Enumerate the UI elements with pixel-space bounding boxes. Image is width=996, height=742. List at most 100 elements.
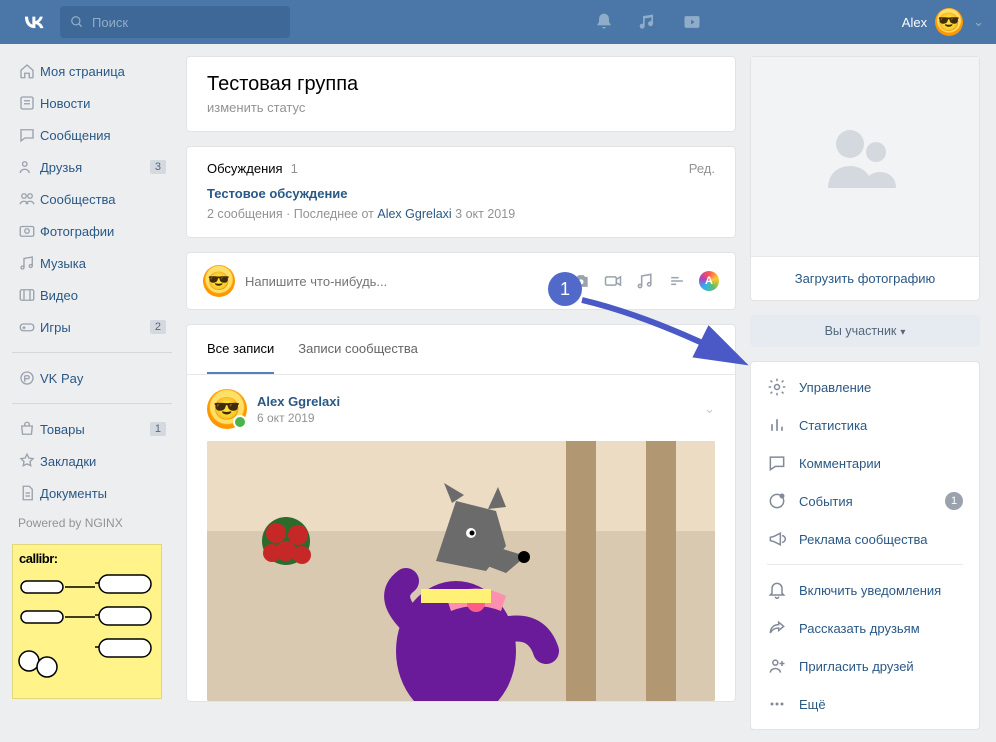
news-icon [18,94,40,112]
music-nav-icon [18,254,40,272]
market-icon [18,420,40,438]
leftnav: Моя страница Новости Сообщения Друзья3 С… [12,56,172,508]
stats-icon [767,415,787,435]
ad-graphic [17,571,157,691]
chevron-down-icon: ⌄ [973,14,984,30]
avatar: 😎 [935,8,963,36]
nav-games-badge: 2 [150,320,166,334]
mgmt-divider [767,564,963,565]
music-icon[interactable] [638,12,658,32]
nav-divider [12,352,172,353]
search-box[interactable] [60,6,290,38]
discussions-edit[interactable]: Ред. [689,161,715,176]
nav-music[interactable]: Музыка [12,248,172,278]
group-header-card: Тестовая группа изменить статус [186,56,736,132]
vkpay-icon [18,369,40,387]
post-image[interactable] [207,441,715,701]
share-icon [767,618,787,638]
mgmt-events[interactable]: События1 [751,482,979,520]
nav-messages[interactable]: Сообщения [12,120,172,150]
discussions-heading[interactable]: Обсуждения [207,161,283,176]
tab-community[interactable]: Записи сообщества [298,325,418,374]
search-icon [70,15,84,29]
bell-outline-icon [767,580,787,600]
discussions-count: 1 [291,161,298,176]
discussion-meta: 2 сообщения · Последнее от Alex Ggrelaxi… [207,207,715,221]
topbar: Alex 😎 ⌄ [0,0,996,44]
mgmt-comments[interactable]: Комментарии [751,444,979,482]
composer-input[interactable] [245,274,561,289]
discussion-item[interactable]: Тестовое обсуждение 2 сообщения · Послед… [187,180,735,237]
top-icons [594,12,702,32]
discussions-card: Обсуждения 1 Ред. Тестовое обсуждение 2 … [186,146,736,238]
events-badge: 1 [945,492,963,510]
nav-friends[interactable]: Друзья3 [12,152,172,182]
nav-market-badge: 1 [150,422,166,436]
group-photo-card: Загрузить фотографию [750,56,980,301]
more-icon [767,694,787,714]
nav-market[interactable]: Товары1 [12,414,172,444]
poll-icon[interactable] [667,271,687,291]
discussion-topic[interactable]: Тестовое обсуждение [207,186,715,201]
post-avatar[interactable]: 😎 [207,389,247,429]
chevron-down-icon: ▾ [900,327,905,338]
mgmt-stats[interactable]: Статистика [751,406,979,444]
nav-vkpay[interactable]: VK Pay [12,363,172,393]
bookmarks-icon [18,452,40,470]
post-date: 6 окт 2019 [257,411,340,425]
ad-banner[interactable]: callibr: [12,544,162,699]
user-name: Alex [902,15,927,30]
annotation-badge: 1 [548,272,582,306]
nav-my-page[interactable]: Моя страница [12,56,172,86]
friends-icon [18,158,40,176]
comment-icon [767,453,787,473]
article-icon[interactable]: A [699,271,719,291]
user-menu[interactable]: Alex 😎 ⌄ [902,8,984,36]
events-icon [767,491,787,511]
search-input[interactable] [92,15,272,30]
communities-icon [18,190,40,208]
nav-video[interactable]: Видео [12,280,172,310]
nav-photos[interactable]: Фотографии [12,216,172,246]
bell-icon[interactable] [594,12,614,32]
composer-avatar: 😎 [203,265,235,297]
upload-photo[interactable]: Загрузить фотографию [751,257,979,300]
nav-divider [12,403,172,404]
ad-title: callibr: [19,551,155,566]
nav-docs[interactable]: Документы [12,478,172,508]
nav-news[interactable]: Новости [12,88,172,118]
video-icon[interactable] [682,12,702,32]
megaphone-icon [767,529,787,549]
group-title: Тестовая группа [207,73,715,96]
mgmt-ads[interactable]: Реклама сообщества [751,520,979,558]
wall-card: Все записи Записи сообщества 😎 Alex Ggre… [186,324,736,702]
member-button[interactable]: Вы участник▾ [750,315,980,347]
nav-communities[interactable]: Сообщества [12,184,172,214]
gear-icon [767,377,787,397]
post-menu-icon[interactable]: ⌄ [704,401,715,417]
video-attach-icon[interactable] [603,271,623,291]
mgmt-settings[interactable]: Управление [751,368,979,406]
tab-all[interactable]: Все записи [207,325,274,374]
wall-search-icon[interactable] [701,339,719,357]
photos-icon [18,222,40,240]
video-nav-icon [18,286,40,304]
nav-bookmarks[interactable]: Закладки [12,446,172,476]
wall-tabs: Все записи Записи сообщества [187,325,735,375]
messages-icon [18,126,40,144]
mgmt-invite[interactable]: Пригласить друзей [751,647,979,685]
mgmt-notifications[interactable]: Включить уведомления [751,571,979,609]
invite-icon [767,656,787,676]
home-icon [18,62,40,80]
post-author[interactable]: Alex Ggrelaxi [257,394,340,409]
music-attach-icon[interactable] [635,271,655,291]
nav-friends-badge: 3 [150,160,166,174]
vk-logo[interactable] [20,8,48,36]
nav-games[interactable]: Игры2 [12,312,172,342]
powered-by: Powered by NGINX [12,516,172,530]
composer[interactable]: 😎 A [186,252,736,310]
docs-icon [18,484,40,502]
change-status[interactable]: изменить статус [207,100,305,115]
management-panel: Управление Статистика Комментарии Событи… [750,361,980,730]
mgmt-share[interactable]: Рассказать друзьям [751,609,979,647]
